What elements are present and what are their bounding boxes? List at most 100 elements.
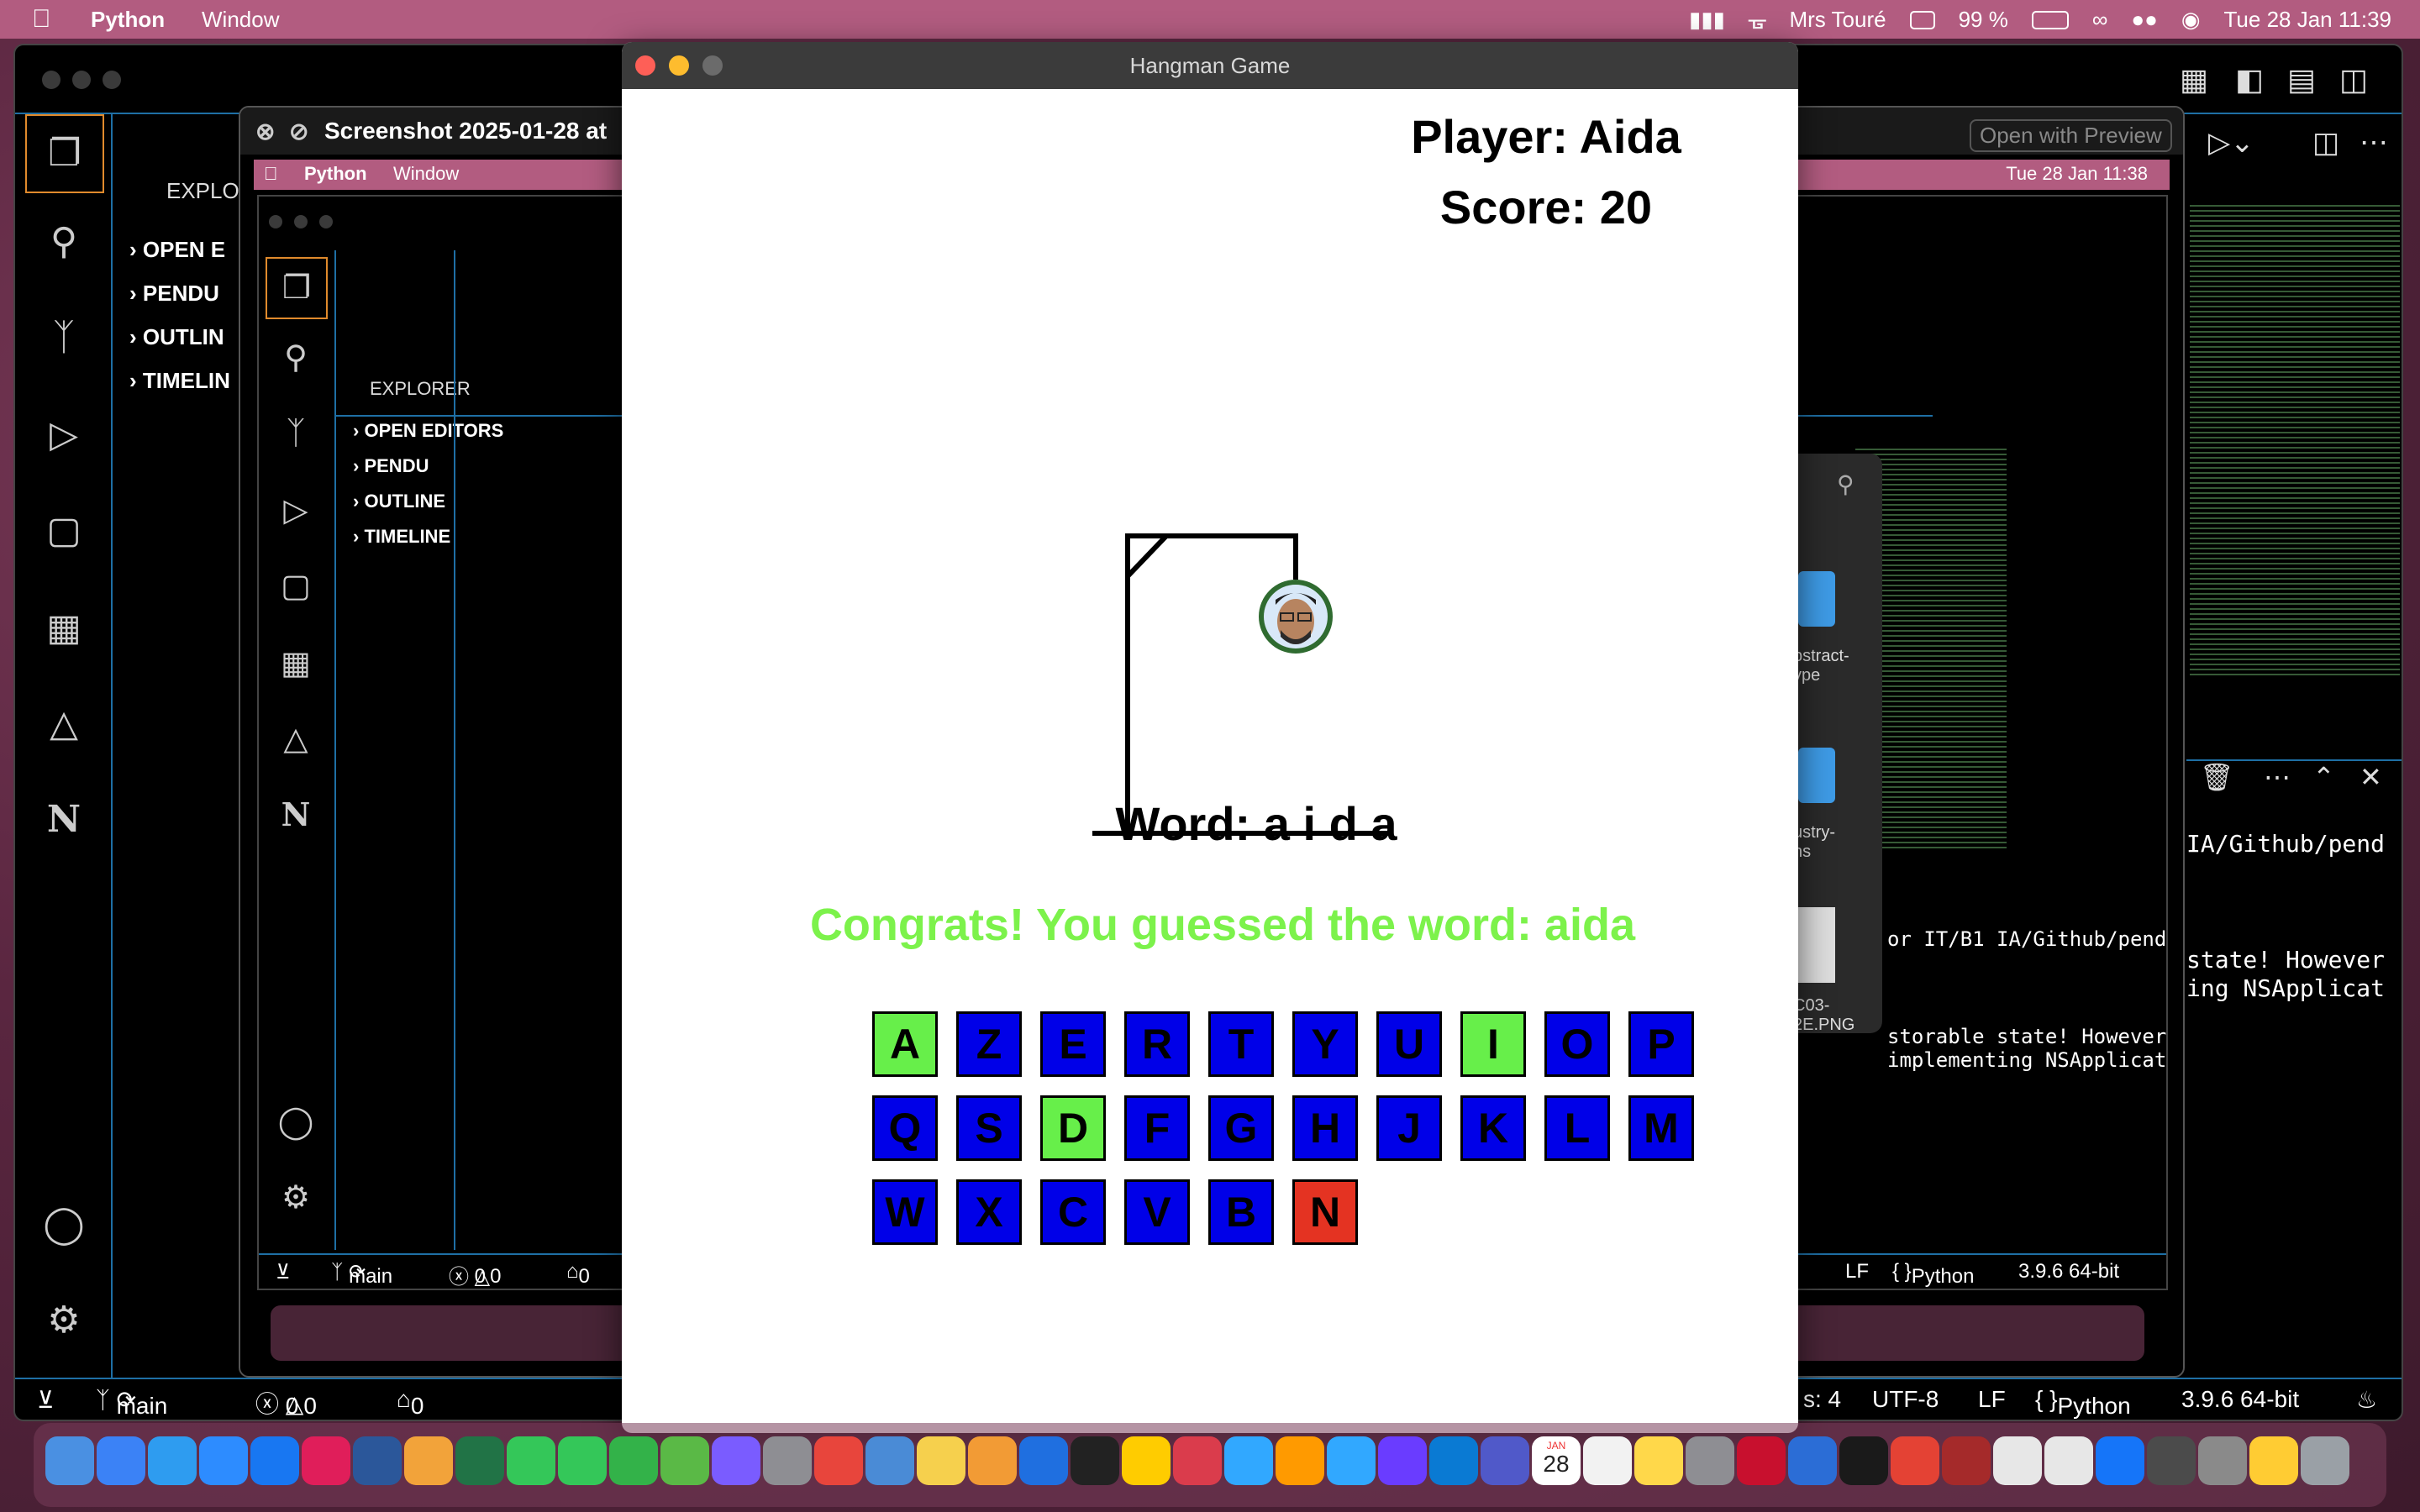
extensions-icon[interactable]: ▦	[40, 605, 87, 652]
letter-key-n[interactable]: N	[1292, 1179, 1358, 1245]
branch-status[interactable]: ᛉ main ⟳	[96, 1386, 167, 1419]
excel-icon[interactable]	[455, 1436, 504, 1485]
image-thumbnail[interactable]	[1798, 907, 1835, 983]
letter-key-o[interactable]: O	[1544, 1011, 1610, 1077]
maximize-panel-icon[interactable]: ⌃	[2312, 761, 2335, 793]
more-actions-icon[interactable]: ⋯	[2360, 126, 2388, 160]
run-icon[interactable]: ▷⌄	[2208, 126, 2254, 160]
letter-key-h[interactable]: H	[1292, 1095, 1358, 1161]
notes2-icon[interactable]	[1634, 1436, 1683, 1485]
letter-key-e[interactable]: E	[1040, 1011, 1106, 1077]
finder-item-2[interactable]: ustry- ns	[1793, 823, 1835, 862]
letter-key-i[interactable]: I	[1460, 1011, 1526, 1077]
menu-window[interactable]: Window	[202, 7, 279, 33]
letter-key-z[interactable]: Z	[956, 1011, 1022, 1077]
bluetooth-icon[interactable]: ᚗ	[1749, 7, 1766, 33]
section-outline[interactable]: › OUTLIN	[129, 324, 224, 350]
source-control-icon[interactable]: ᛉ	[40, 314, 87, 361]
keynote-icon[interactable]	[1019, 1436, 1068, 1485]
word-icon[interactable]	[353, 1436, 402, 1485]
folder-icon[interactable]	[1798, 748, 1835, 803]
zoom-dot[interactable]	[103, 71, 121, 89]
preview2-icon[interactable]	[2044, 1436, 2093, 1485]
encoding-status[interactable]: UTF-8	[1872, 1386, 1939, 1413]
letter-key-m[interactable]: M	[1628, 1095, 1694, 1161]
finder-item-3[interactable]: C03- 2E.PNG	[1793, 996, 1854, 1035]
remote-explorer-icon[interactable]: ▢	[40, 507, 87, 554]
settings-icon[interactable]	[1686, 1436, 1734, 1485]
vscode-icon[interactable]	[1429, 1436, 1478, 1485]
notes-icon[interactable]	[917, 1436, 965, 1485]
close-dot[interactable]	[42, 71, 60, 89]
letter-key-d[interactable]: D	[1040, 1095, 1106, 1161]
letter-key-k[interactable]: K	[1460, 1095, 1526, 1161]
stocks-icon[interactable]	[1071, 1436, 1119, 1485]
battery-icon[interactable]	[2031, 10, 2069, 29]
run-debug-icon[interactable]: ▷	[40, 412, 87, 459]
reminders-icon[interactable]	[1583, 1436, 1632, 1485]
freeform-icon[interactable]	[1122, 1436, 1171, 1485]
minimize-icon[interactable]: ⊘	[289, 118, 308, 145]
xcode-icon[interactable]	[2096, 1436, 2144, 1485]
open-with-preview-button[interactable]: Open with Preview	[1970, 119, 2172, 152]
apple-icon[interactable]: 	[32, 5, 51, 34]
customize-layout-icon[interactable]: ▦	[2180, 62, 2208, 97]
toggle-sidebar-icon[interactable]: ◧	[2235, 62, 2264, 97]
user-name[interactable]: Mrs Touré	[1789, 7, 1886, 33]
close-panel-icon[interactable]: ✕	[2360, 761, 2382, 793]
clock[interactable]: Tue 28 Jan 11:39	[2224, 7, 2391, 33]
eol-status[interactable]: LF	[1978, 1386, 2006, 1413]
chrome-icon[interactable]	[814, 1436, 863, 1485]
letter-key-x[interactable]: X	[956, 1179, 1022, 1245]
terminal-icon[interactable]	[1839, 1436, 1888, 1485]
preview-icon[interactable]	[1993, 1436, 2042, 1485]
testing-icon[interactable]: △	[40, 701, 87, 748]
maps-icon[interactable]	[660, 1436, 709, 1485]
finder-search-icon[interactable]: ⚲	[1837, 470, 1854, 498]
illustrator-icon[interactable]	[1276, 1436, 1324, 1485]
trello-icon[interactable]	[250, 1436, 299, 1485]
letter-key-v[interactable]: V	[1124, 1179, 1190, 1245]
section-timeline[interactable]: › TIMELIN	[129, 368, 230, 394]
letter-key-f[interactable]: F	[1124, 1095, 1190, 1161]
keychain-icon[interactable]	[2198, 1436, 2247, 1485]
menu-app-name[interactable]: Python	[91, 7, 165, 33]
letter-key-c[interactable]: C	[1040, 1179, 1106, 1245]
wifi-icon[interactable]: ∞	[2092, 7, 2108, 33]
pages-icon[interactable]	[968, 1436, 1017, 1485]
creative-cloud-icon[interactable]	[1173, 1436, 1222, 1485]
calendar-icon[interactable]: JAN 28	[1532, 1436, 1581, 1485]
letter-key-s[interactable]: S	[956, 1095, 1022, 1161]
letter-key-l[interactable]: L	[1544, 1095, 1610, 1161]
letter-key-q[interactable]: Q	[872, 1095, 938, 1161]
lightroom-icon[interactable]	[1327, 1436, 1376, 1485]
pronto-icon[interactable]	[1788, 1436, 1837, 1485]
letter-key-b[interactable]: B	[1208, 1179, 1274, 1245]
language-status[interactable]: { } Python	[2035, 1386, 2131, 1419]
activity-icon[interactable]	[2147, 1436, 2196, 1485]
dictionary-icon[interactable]	[1942, 1436, 1991, 1485]
input-source-icon[interactable]	[1909, 10, 1935, 29]
letter-key-y[interactable]: Y	[1292, 1011, 1358, 1077]
teams-icon[interactable]	[1481, 1436, 1529, 1485]
zoom-icon[interactable]	[199, 1436, 248, 1485]
settings-gear-icon[interactable]: ⚙	[40, 1297, 87, 1344]
toggle-secondary-sidebar-icon[interactable]: ◫	[2339, 62, 2368, 97]
finder-item-1[interactable]: bstract- ype	[1793, 647, 1849, 685]
indent-status[interactable]: s: 4	[1803, 1386, 1841, 1413]
siri-icon[interactable]	[712, 1436, 760, 1485]
notifications-icon[interactable]: ♨	[2356, 1386, 2377, 1414]
safari-icon[interactable]	[148, 1436, 197, 1485]
letter-key-g[interactable]: G	[1208, 1095, 1274, 1161]
ports-status[interactable]: ⌂ 0	[397, 1386, 424, 1419]
interpreter-status[interactable]: 3.9.6 64-bit	[2181, 1386, 2299, 1413]
zoom-button[interactable]	[702, 55, 723, 76]
notion-icon[interactable]: N	[40, 796, 87, 843]
cyberduck-icon[interactable]	[2249, 1436, 2298, 1485]
slack-icon[interactable]	[302, 1436, 350, 1485]
messages-icon[interactable]	[507, 1436, 555, 1485]
facetime-icon[interactable]	[558, 1436, 607, 1485]
remote-icon[interactable]: ⊻	[37, 1386, 55, 1414]
letter-key-p[interactable]: P	[1628, 1011, 1694, 1077]
photoshop-icon[interactable]	[1224, 1436, 1273, 1485]
